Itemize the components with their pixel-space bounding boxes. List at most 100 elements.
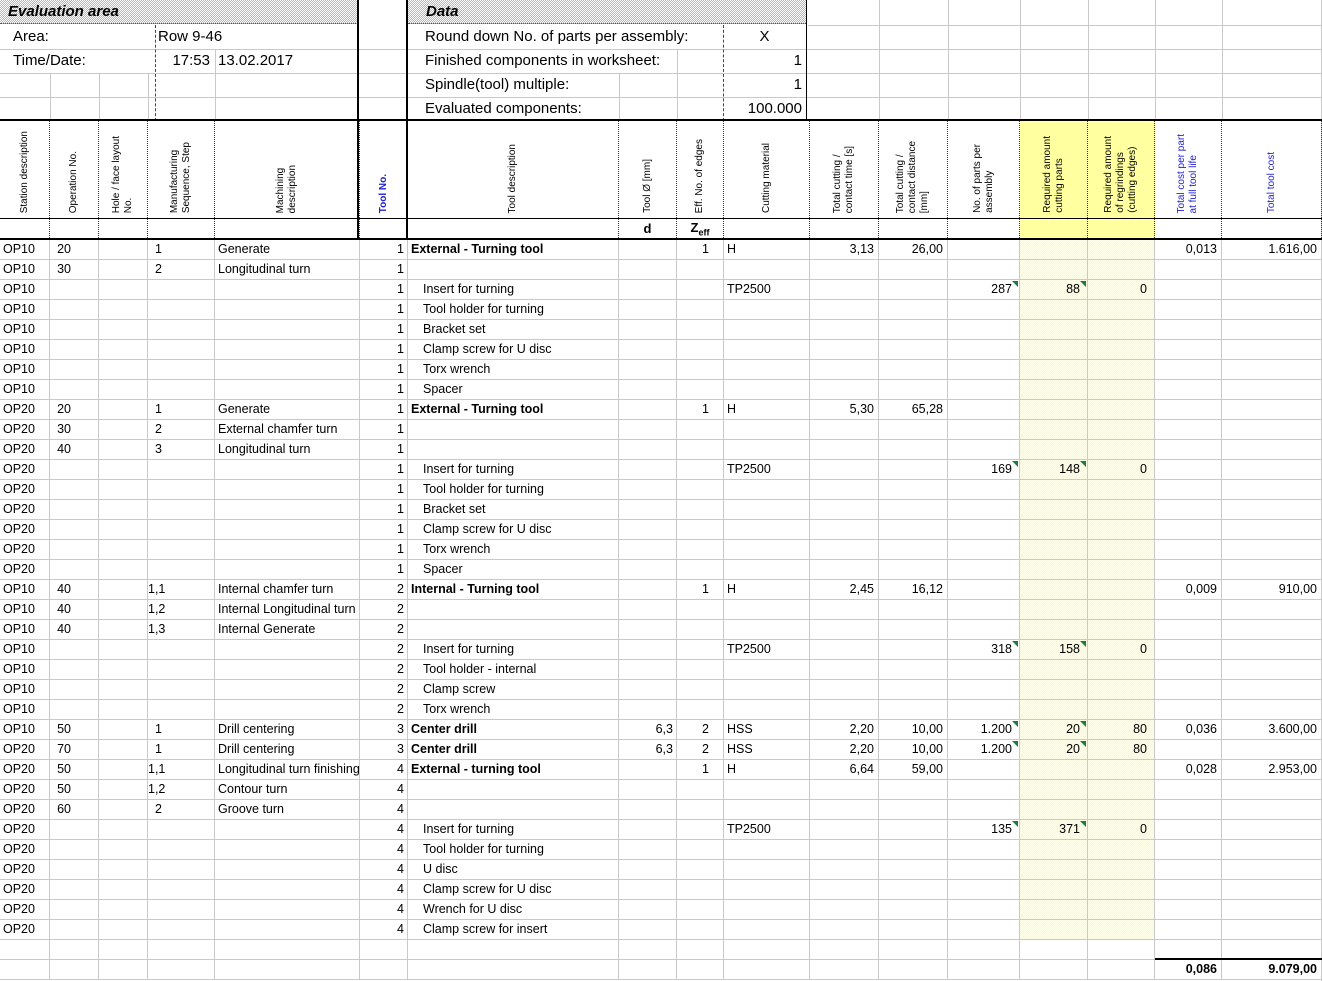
cell[interactable]: 2,45 (810, 580, 879, 600)
cell[interactable] (724, 860, 810, 880)
cell[interactable]: 1 (360, 260, 408, 280)
cell[interactable] (1088, 560, 1155, 580)
cell[interactable]: OP20 (0, 740, 50, 760)
cell[interactable] (215, 700, 360, 720)
evaluation-area-title[interactable]: Evaluation area (0, 0, 358, 24)
cell[interactable] (948, 340, 1020, 360)
cell[interactable] (879, 660, 948, 680)
cell[interactable]: 3 (360, 740, 408, 760)
cell[interactable]: 1 (360, 400, 408, 420)
column-header-5[interactable]: Machining description (215, 121, 360, 218)
cell[interactable] (1222, 400, 1322, 420)
cell[interactable]: TP2500 (724, 640, 810, 660)
cell[interactable] (1020, 520, 1088, 540)
cell[interactable] (677, 560, 724, 580)
column-subheader-16[interactable] (1155, 219, 1222, 238)
cell[interactable] (677, 420, 724, 440)
cell[interactable]: OP20 (0, 480, 50, 500)
cell[interactable] (810, 640, 879, 660)
cell[interactable] (1088, 400, 1155, 420)
cell[interactable] (948, 660, 1020, 680)
cell[interactable] (148, 460, 215, 480)
cell[interactable] (1155, 940, 1222, 960)
cell[interactable]: 4 (360, 760, 408, 780)
cell[interactable] (1088, 240, 1155, 260)
cell[interactable]: OP20 (0, 460, 50, 480)
cell[interactable] (677, 680, 724, 700)
cell[interactable] (1088, 800, 1155, 820)
cell[interactable]: 1 (360, 520, 408, 540)
cell[interactable]: Longitudinal turn (215, 440, 360, 460)
cell[interactable] (724, 260, 810, 280)
cell[interactable] (879, 620, 948, 640)
cell[interactable]: TP2500 (724, 820, 810, 840)
cell[interactable] (408, 600, 619, 620)
cell[interactable] (1155, 500, 1222, 520)
cell[interactable] (215, 540, 360, 560)
cell[interactable]: 30 (50, 260, 99, 280)
cell[interactable]: 2 (360, 680, 408, 700)
cell[interactable]: External - turning tool (408, 760, 619, 780)
cell[interactable] (1222, 360, 1322, 380)
cell[interactable]: 1 (360, 240, 408, 260)
cell[interactable]: 40 (50, 440, 99, 460)
cell[interactable] (879, 600, 948, 620)
cell[interactable] (1088, 520, 1155, 540)
cell[interactable] (810, 880, 879, 900)
cell[interactable] (1020, 440, 1088, 460)
cell[interactable]: 1,1 (148, 580, 215, 600)
cell[interactable]: 1 (360, 280, 408, 300)
cell[interactable] (879, 920, 948, 940)
column-header-13[interactable]: No. of parts per assembly (948, 121, 1020, 218)
cell[interactable] (810, 300, 879, 320)
cell[interactable] (619, 800, 677, 820)
cell[interactable]: 1 (360, 300, 408, 320)
cell[interactable] (148, 640, 215, 660)
cell[interactable] (215, 660, 360, 680)
cell[interactable] (50, 840, 99, 860)
cell[interactable] (99, 780, 148, 800)
cell[interactable] (1155, 400, 1222, 420)
cell[interactable]: Insert for turning (408, 640, 619, 660)
cell[interactable]: OP10 (0, 300, 50, 320)
cell[interactable] (677, 960, 724, 980)
cell[interactable] (1155, 380, 1222, 400)
cell[interactable] (148, 880, 215, 900)
cell[interactable] (879, 280, 948, 300)
column-header-15[interactable]: Required amount of regrindings (cutting … (1088, 121, 1155, 218)
cell[interactable] (948, 800, 1020, 820)
cell[interactable] (1222, 260, 1322, 280)
cell[interactable] (619, 660, 677, 680)
cell[interactable] (99, 720, 148, 740)
cell[interactable] (215, 300, 360, 320)
cell[interactable]: 65,28 (879, 400, 948, 420)
cell[interactable] (948, 480, 1020, 500)
cell[interactable] (1020, 940, 1088, 960)
cell[interactable] (677, 600, 724, 620)
cell[interactable]: 0,013 (1155, 240, 1222, 260)
cell[interactable] (50, 300, 99, 320)
data-block-title[interactable]: Data (408, 0, 806, 24)
cell[interactable] (1155, 740, 1222, 760)
cell[interactable]: HSS (724, 720, 810, 740)
cell[interactable] (1222, 380, 1322, 400)
cell[interactable] (619, 600, 677, 620)
cell[interactable]: 50 (50, 760, 99, 780)
cell[interactable] (879, 300, 948, 320)
cell[interactable] (810, 940, 879, 960)
cell[interactable] (810, 680, 879, 700)
cell[interactable]: TP2500 (724, 280, 810, 300)
column-header-17[interactable]: Total tool cost (1222, 121, 1322, 218)
cell[interactable] (1222, 740, 1322, 760)
time-value[interactable]: 17:53 (155, 49, 210, 73)
cell[interactable] (948, 580, 1020, 600)
cell[interactable] (619, 940, 677, 960)
cell[interactable] (50, 880, 99, 900)
cell[interactable] (1088, 960, 1155, 980)
cell[interactable] (50, 280, 99, 300)
cell[interactable] (1155, 480, 1222, 500)
cell[interactable]: U disc (408, 860, 619, 880)
cell[interactable]: OP20 (0, 420, 50, 440)
cell[interactable]: Internal Longitudinal turn i (215, 600, 360, 620)
cell[interactable] (1222, 840, 1322, 860)
